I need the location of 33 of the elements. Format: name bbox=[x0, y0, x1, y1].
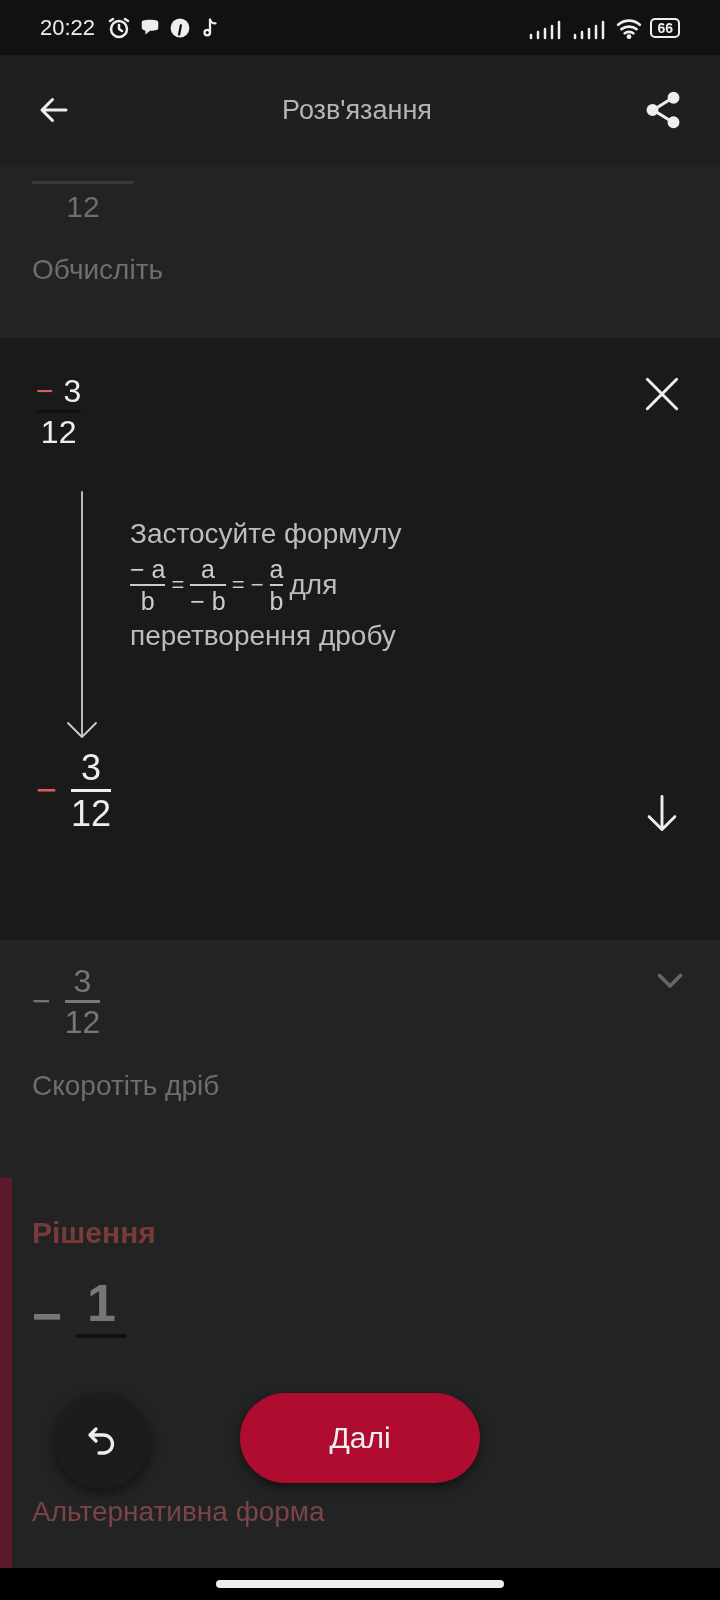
denominator: 12 bbox=[64, 1003, 101, 1042]
denominator: b bbox=[140, 585, 155, 616]
math-symbol: = − bbox=[231, 571, 264, 598]
numerator: 3 bbox=[63, 372, 82, 411]
explanation-text: перетворення дробу bbox=[130, 619, 397, 652]
numerator: − a bbox=[130, 553, 166, 584]
denominator: 12 bbox=[71, 791, 112, 836]
minus-sign: − bbox=[36, 374, 54, 409]
down-arrow-icon bbox=[64, 489, 100, 740]
numerator: 1 bbox=[86, 1273, 116, 1334]
alarm-clock-icon bbox=[107, 15, 132, 40]
math-symbol: = bbox=[171, 571, 185, 598]
minus-sign: − bbox=[32, 983, 51, 1021]
explanation-text: для bbox=[289, 568, 338, 601]
denominator: b bbox=[269, 585, 284, 616]
battery-level: 66 bbox=[650, 17, 680, 38]
numerator: 3 bbox=[81, 745, 102, 789]
minus-sign: − bbox=[32, 1286, 63, 1347]
numerator: a bbox=[201, 553, 215, 584]
explanation-text: Застосуйте формулу bbox=[130, 517, 402, 550]
denominator: 12 bbox=[66, 190, 100, 224]
denominator: 12 bbox=[40, 413, 77, 452]
alternative-form-label: Альтернативна форма bbox=[32, 1496, 325, 1529]
denominator: − b bbox=[190, 585, 226, 616]
minus-sign: − bbox=[36, 769, 58, 812]
numerator: 3 bbox=[73, 962, 92, 1001]
next-button[interactable]: Далі bbox=[240, 1393, 480, 1483]
solution-title: Рішення bbox=[32, 1216, 157, 1250]
status-time: 20:22 bbox=[40, 14, 96, 41]
step-caption: Скоротіть дріб bbox=[32, 1069, 221, 1102]
screen-title: Розв'язання bbox=[282, 94, 432, 126]
numerator: a bbox=[269, 553, 284, 584]
step-caption: Обчисліть bbox=[32, 254, 165, 286]
